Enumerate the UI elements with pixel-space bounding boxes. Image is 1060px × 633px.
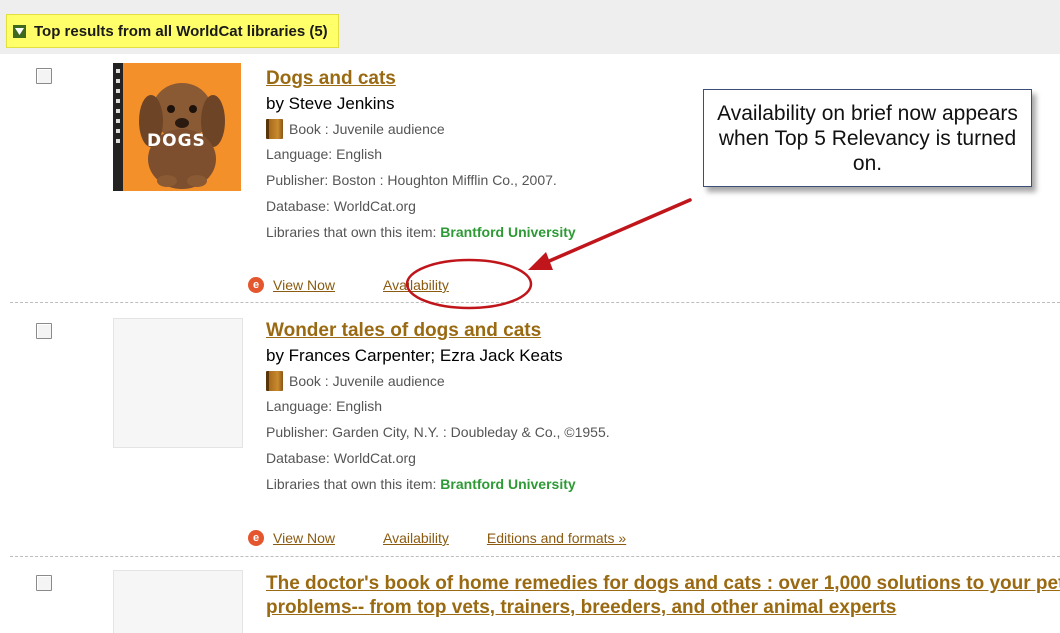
result-info: Wonder tales of dogs and cats by Frances… <box>266 319 1060 497</box>
availability-link[interactable]: Availability <box>383 530 449 546</box>
e-resource-icon[interactable]: e <box>248 530 264 546</box>
result-checkbox[interactable] <box>36 575 52 591</box>
book-icon <box>266 371 283 391</box>
cover-title-text: DOGS <box>147 131 206 151</box>
availability-link[interactable]: Availability <box>383 277 449 293</box>
format-text: Book : Juvenile audience <box>289 121 445 137</box>
editions-formats-link[interactable]: Editions and formats » <box>487 530 626 546</box>
e-resource-icon[interactable]: e <box>248 277 264 293</box>
dog-illustration <box>139 83 225 189</box>
book-cover-image[interactable]: DOGS <box>113 63 241 191</box>
section-header-label: Top results from all WorldCat libraries … <box>34 22 328 40</box>
result-info: The doctor's book of home remedies for d… <box>266 572 1060 620</box>
database-line: Database: WorldCat.org <box>266 450 416 466</box>
section-header[interactable]: Top results from all WorldCat libraries … <box>6 14 339 48</box>
library-name[interactable]: Brantford University <box>440 224 575 240</box>
libraries-line: Libraries that own this item: Brantford … <box>266 219 1060 245</box>
book-icon <box>266 119 283 139</box>
format-line: Book : Juvenile audience <box>266 369 1060 393</box>
library-name[interactable]: Brantford University <box>440 476 575 492</box>
result-separator <box>10 556 1060 557</box>
result-checkbox[interactable] <box>36 323 52 339</box>
result-author: by Frances Carpenter; Ezra Jack Keats <box>266 346 563 365</box>
result-title-link[interactable]: Dogs and cats <box>266 67 1060 91</box>
annotation-arrow-head <box>528 252 553 270</box>
cover-spine <box>113 63 123 191</box>
result-actions: e View Now Availability Editions and for… <box>248 530 626 546</box>
result-separator <box>10 302 1060 303</box>
result-title-link[interactable]: Wonder tales of dogs and cats <box>266 319 1060 343</box>
libraries-line: Libraries that own this item: Brantford … <box>266 471 1060 497</box>
database-line: Database: WorldCat.org <box>266 198 416 214</box>
libraries-label: Libraries that own this item: <box>266 224 441 240</box>
language-line: Language: English <box>266 398 382 414</box>
triangle-down-icon[interactable] <box>13 24 26 38</box>
book-cover-placeholder <box>113 570 243 633</box>
libraries-label: Libraries that own this item: <box>266 476 441 492</box>
format-text: Book : Juvenile audience <box>289 373 445 389</box>
result-checkbox[interactable] <box>36 68 52 84</box>
view-now-link[interactable]: View Now <box>273 530 335 546</box>
result-actions: e View Now Availability <box>248 277 449 293</box>
view-now-link[interactable]: View Now <box>273 277 335 293</box>
result-title-link[interactable]: The doctor's book of home remedies for d… <box>266 572 1060 620</box>
book-cover-placeholder <box>113 318 243 448</box>
annotation-callout: Availability on brief now appears when T… <box>703 89 1032 187</box>
publisher-line: Publisher: Garden City, N.Y. : Doubleday… <box>266 424 610 440</box>
